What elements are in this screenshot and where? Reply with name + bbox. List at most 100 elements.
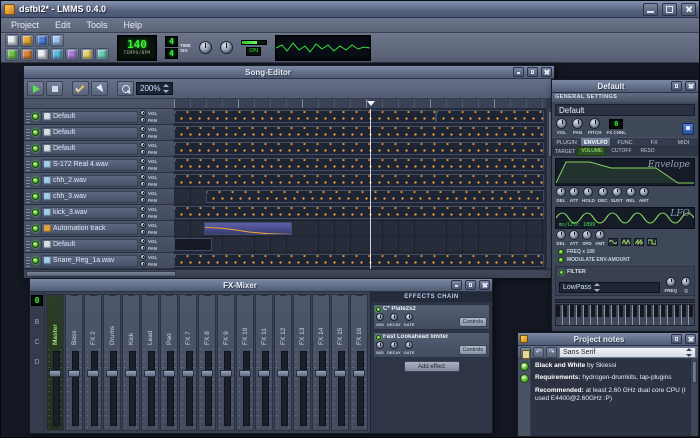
fx-fader[interactable] — [123, 349, 139, 428]
fx-fader-handle[interactable] — [125, 370, 137, 377]
timesig-denominator[interactable]: 4 — [165, 48, 178, 59]
fx-mixer-titlebar[interactable]: FX-Mixer — [30, 279, 492, 292]
fx-fader-handle[interactable] — [239, 370, 251, 377]
effect-enabled-led[interactable] — [376, 335, 381, 340]
modulate-env-checkbox[interactable]: MODULATE ENV-AMOUNT — [552, 256, 698, 264]
zoom-select[interactable]: 200% — [136, 82, 173, 95]
track-timeline[interactable] — [174, 237, 546, 253]
wd-knob[interactable] — [376, 341, 384, 349]
tab-midi[interactable]: MIDI — [669, 138, 698, 146]
fx-mixer-button[interactable] — [65, 48, 79, 61]
tab-env-lfo[interactable]: ENV/LFO — [581, 138, 610, 146]
fx-fader[interactable] — [294, 349, 310, 428]
song-editor-minimize-button[interactable] — [513, 67, 524, 77]
fx-channel-strip[interactable]: FX 11 — [255, 294, 273, 431]
filter-freq-knob[interactable] — [666, 277, 676, 287]
project-notes-close-button[interactable] — [685, 334, 696, 344]
segment-pattern[interactable] — [206, 190, 544, 203]
stop-button[interactable] — [46, 81, 63, 96]
segment-pattern[interactable] — [174, 174, 544, 187]
track-name-button[interactable]: Snare_Reg_1a.wav — [41, 255, 138, 267]
new-project-button[interactable] — [5, 34, 19, 47]
timesig-numerator[interactable]: 4 — [165, 36, 178, 47]
track-volume-knob[interactable] — [140, 190, 146, 196]
fx-fader[interactable] — [180, 349, 196, 428]
saw-wave-icon[interactable] — [634, 238, 644, 246]
env-dec-knob[interactable] — [598, 187, 608, 197]
play-button[interactable] — [27, 81, 44, 96]
freq-x100-checkbox[interactable]: FREQ x 100 — [552, 248, 698, 256]
track-name-button[interactable]: kick_3.wav — [41, 207, 138, 219]
track-name-button[interactable]: Default — [41, 127, 138, 139]
tab-func[interactable]: FUNC — [610, 138, 639, 146]
env-sust-knob[interactable] — [612, 187, 622, 197]
menu-project[interactable]: Project — [3, 18, 47, 33]
filter-enabled-led[interactable] — [559, 270, 564, 275]
redo-button[interactable] — [546, 347, 557, 358]
fx-fader[interactable] — [218, 349, 234, 428]
add-effect-button[interactable]: Add effect — [404, 361, 460, 372]
controller-rack-button[interactable] — [95, 48, 109, 61]
song-editor-maximize-button[interactable] — [527, 67, 538, 77]
effect-enabled-led[interactable] — [376, 307, 381, 312]
tempo-display[interactable]: 140 TEMPO/BPM — [117, 35, 157, 61]
decay-knob[interactable] — [390, 341, 398, 349]
gate-knob[interactable] — [405, 341, 413, 349]
fx-channel-strip[interactable]: Master — [46, 294, 64, 431]
env-att-knob[interactable] — [569, 187, 579, 197]
window-minimize-button[interactable] — [643, 3, 658, 16]
target-volume[interactable]: VOLUME — [577, 147, 606, 156]
fx-fader[interactable] — [237, 349, 253, 428]
fx-fader-handle[interactable] — [353, 370, 365, 377]
instrument-maximize-button[interactable] — [671, 81, 682, 91]
track-pan-knob[interactable] — [140, 117, 146, 123]
fx-fader[interactable] — [256, 349, 272, 428]
menu-tools[interactable]: Tools — [79, 18, 116, 33]
segment-pattern[interactable] — [174, 158, 544, 171]
project-notes-maximize-button[interactable] — [671, 334, 682, 344]
track-grip[interactable] — [26, 191, 30, 203]
fx-channel-strip[interactable]: Bass — [65, 294, 83, 431]
tab-plugin[interactable]: PLUGIN — [552, 138, 581, 146]
fx-channel-strip[interactable]: FX 2 — [84, 294, 102, 431]
piano-keyboard[interactable] — [555, 304, 695, 326]
track-grip[interactable] — [26, 223, 30, 235]
notes-text[interactable]: Black and White by SkiessiRequirements: … — [531, 359, 690, 436]
menu-edit[interactable]: Edit — [47, 18, 79, 33]
track-pan-knob[interactable] — [140, 133, 146, 139]
lfo-att-knob[interactable] — [569, 230, 579, 240]
fx-channel-strip[interactable]: FX 16 — [350, 294, 368, 431]
track-timeline[interactable] — [174, 205, 546, 221]
segment-pattern[interactable] — [174, 126, 544, 139]
fx-fader-handle[interactable] — [315, 370, 327, 377]
fx-mixer-close-button[interactable] — [479, 280, 490, 290]
song-editor-titlebar[interactable]: Song-Editor — [24, 66, 554, 79]
env-del-knob[interactable] — [556, 187, 566, 197]
track-name-button[interactable]: Default — [41, 111, 138, 123]
fx-line-display[interactable]: 0 — [31, 295, 43, 306]
fx-fader-handle[interactable] — [334, 370, 346, 377]
fx-fader[interactable] — [142, 349, 158, 428]
project-notes-button[interactable] — [80, 48, 94, 61]
track-pan-knob[interactable] — [140, 229, 146, 235]
fx-fader-handle[interactable] — [201, 370, 213, 377]
track-timeline[interactable] — [174, 141, 546, 157]
track-volume-knob[interactable] — [140, 110, 146, 116]
lfo-spd-knob[interactable] — [582, 230, 592, 240]
sine-wave-icon[interactable] — [608, 238, 618, 246]
master-pitch-knob[interactable] — [220, 41, 233, 54]
fx-fader[interactable] — [47, 349, 63, 428]
fx-fader-handle[interactable] — [182, 370, 194, 377]
bb-editor-button[interactable] — [20, 48, 34, 61]
fx-chnl-display[interactable]: 0 — [609, 119, 623, 129]
segment-pattern[interactable] — [174, 142, 544, 155]
save-project-button[interactable] — [35, 34, 49, 47]
fx-channel-strip[interactable]: FX 14 — [312, 294, 330, 431]
timeline-ruler[interactable] — [174, 99, 546, 109]
track-timeline[interactable] — [174, 109, 546, 125]
fx-fader-handle[interactable] — [220, 370, 232, 377]
track-name-button[interactable]: S-172 Real 4.wav — [41, 159, 138, 171]
filter-q-knob[interactable] — [681, 277, 691, 287]
pan-knob[interactable] — [572, 118, 583, 129]
track-volume-knob[interactable] — [140, 206, 146, 212]
